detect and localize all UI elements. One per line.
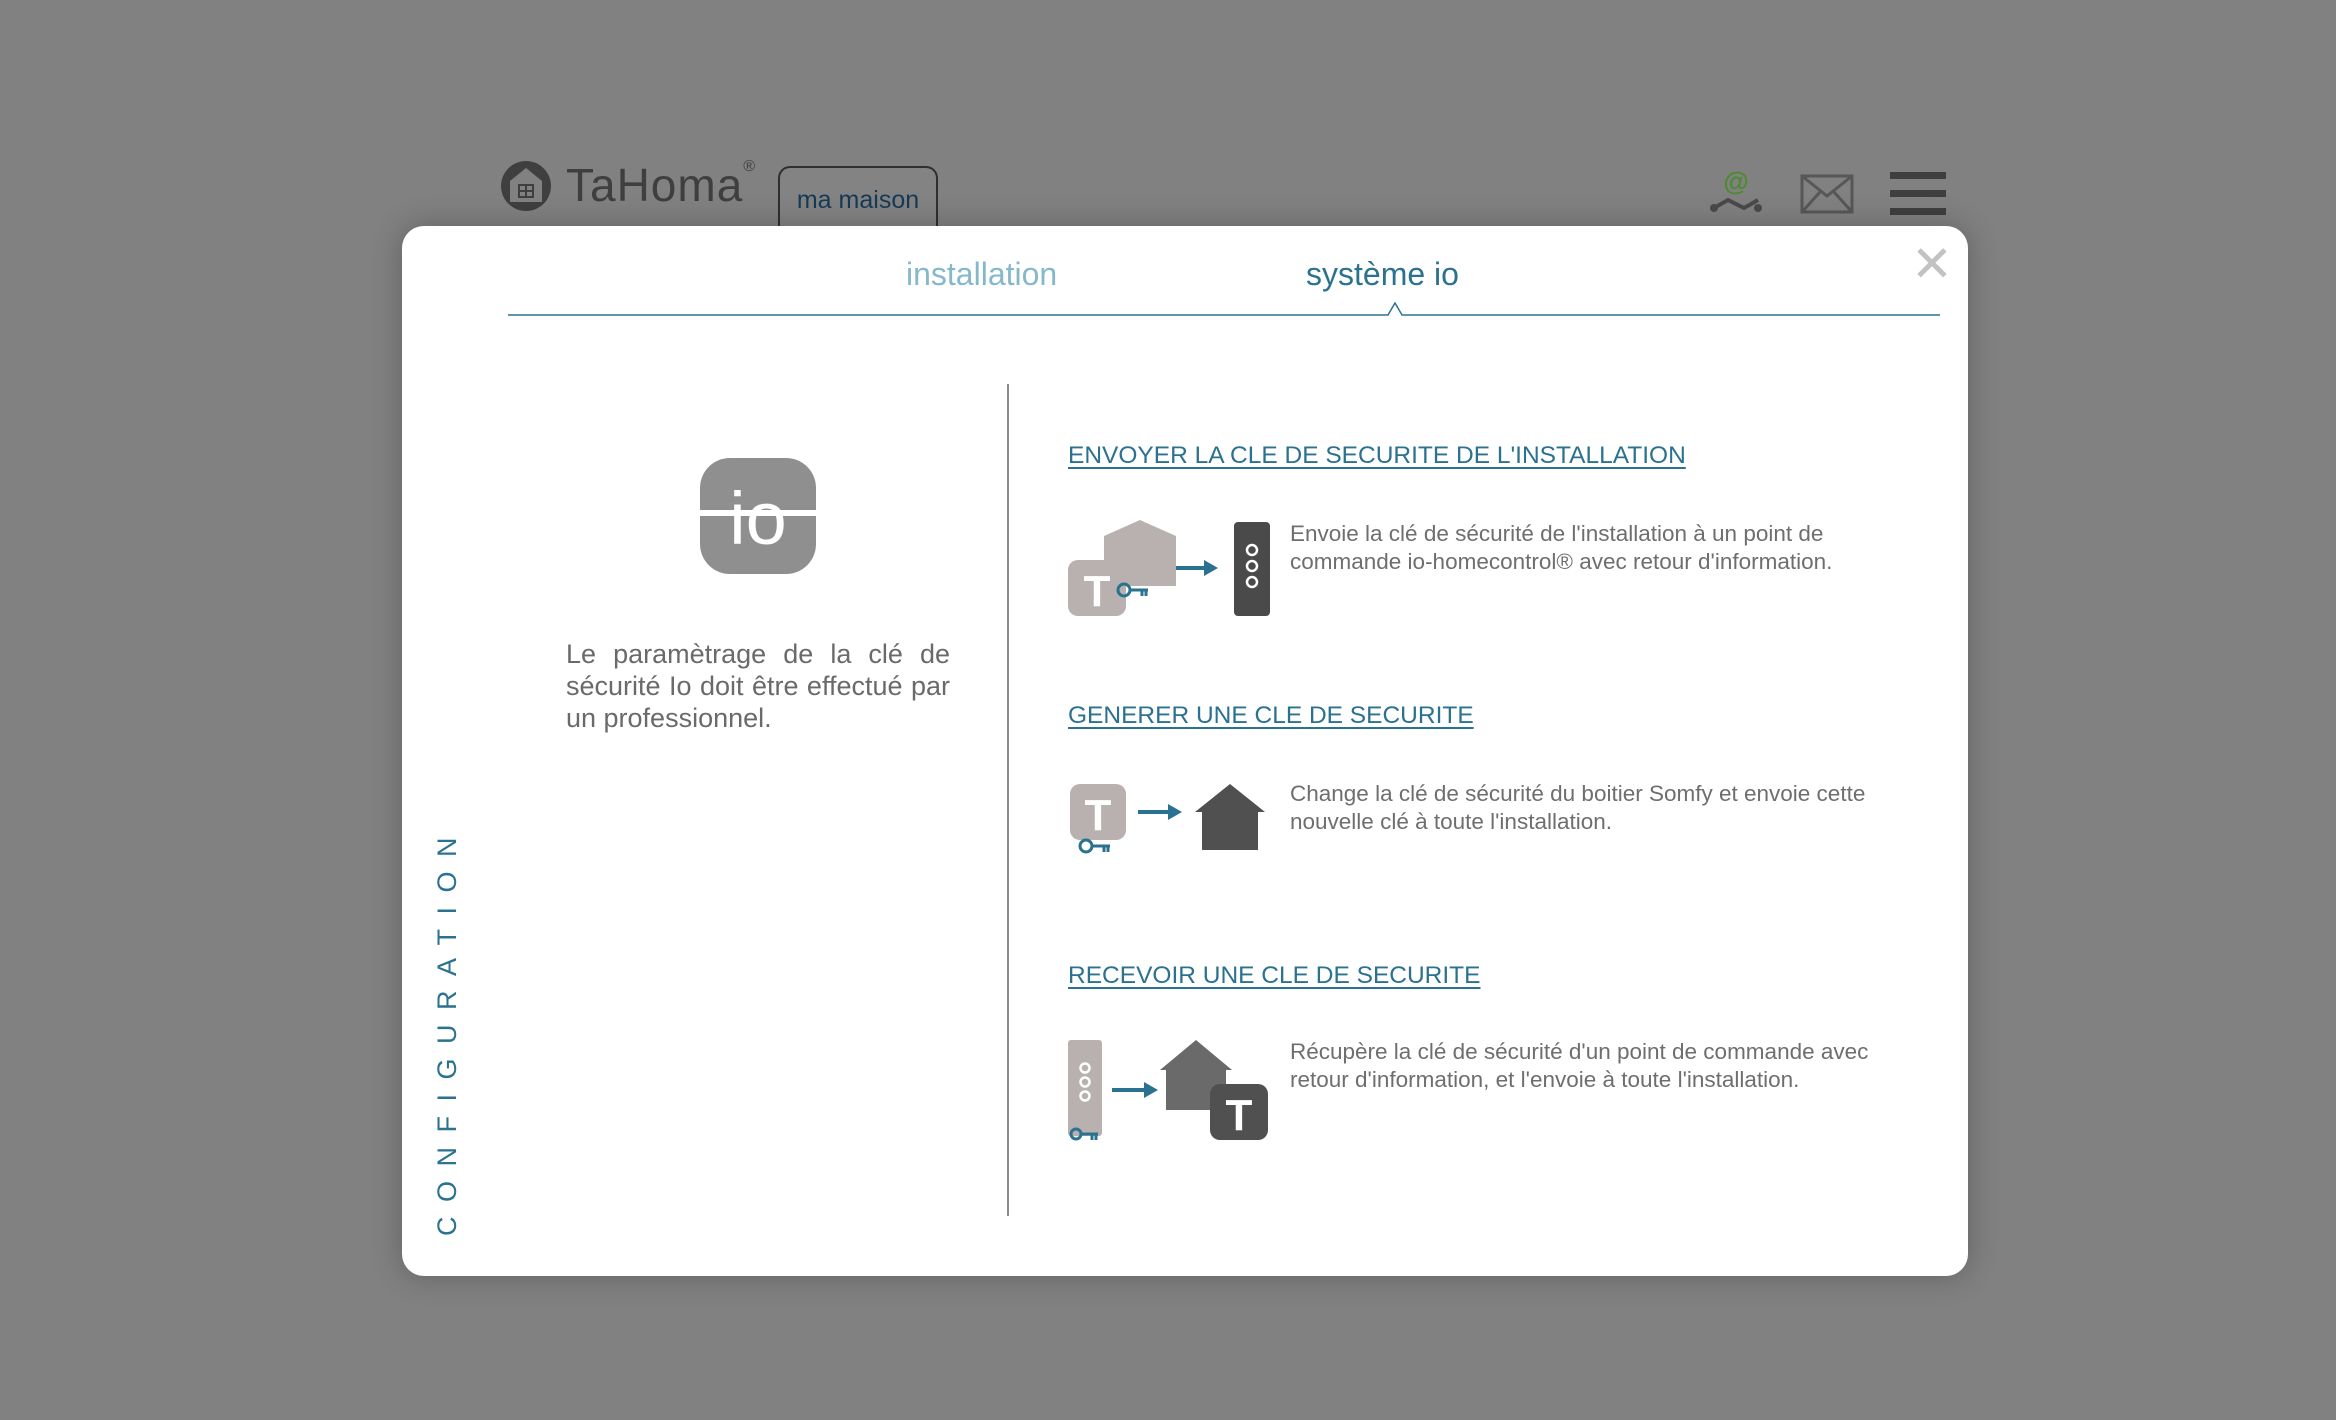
- generate-key-icon: T: [1068, 782, 1278, 862]
- io-logo-icon: io: [700, 458, 816, 574]
- section-send-key: ENVOYER LA CLE DE SECURITE DE L'INSTALLA…: [1068, 442, 1928, 616]
- svg-text:@: @: [1723, 168, 1748, 196]
- tab-systeme-io[interactable]: système io: [1306, 256, 1459, 293]
- brand-registered-mark: ®: [743, 158, 756, 175]
- tab-installation[interactable]: installation: [906, 256, 1057, 293]
- column-divider: [1007, 384, 1009, 1216]
- svg-text:T: T: [1084, 567, 1111, 616]
- tabs-underline: [508, 302, 1940, 322]
- tab-ma-maison[interactable]: ma maison: [778, 166, 938, 230]
- io-logo: io: [700, 458, 816, 574]
- generate-key-link[interactable]: GENERER UNE CLE DE SECURITE: [1068, 702, 1474, 729]
- configuration-label: CONFIGURATION: [432, 823, 462, 1236]
- svg-text:T: T: [1085, 791, 1112, 840]
- receive-key-icon: T: [1068, 1040, 1278, 1144]
- send-key-link[interactable]: ENVOYER LA CLE DE SECURITE DE L'INSTALLA…: [1068, 442, 1686, 469]
- generate-key-description: Change la clé de sécurité du boitier Som…: [1290, 781, 1866, 834]
- receive-key-description: Récupère la clé de sécurité d'un point d…: [1290, 1039, 1869, 1092]
- close-button[interactable]: ✕: [1908, 239, 1956, 289]
- svg-text:T: T: [1226, 1091, 1253, 1140]
- menu-icon[interactable]: [1890, 172, 1946, 216]
- mail-icon[interactable]: [1800, 174, 1854, 214]
- tahoma-logo: TaHoma ®: [500, 158, 755, 212]
- section-receive-key: RECEVOIR UNE CLE DE SECURITE T Récupère …: [1068, 962, 1928, 1141]
- section-generate-key: GENERER UNE CLE DE SECURITE T Change la …: [1068, 702, 1928, 854]
- logo-house-icon: [501, 161, 551, 211]
- receive-key-link[interactable]: RECEVOIR UNE CLE DE SECURITE: [1068, 962, 1481, 989]
- security-key-modal: ✕ installation système io CONFIGURATION …: [402, 226, 1968, 1276]
- professional-notice: Le paramètrage de la clé de sécurité Io …: [566, 639, 950, 733]
- brand-name: TaHoma: [566, 159, 744, 211]
- send-key-description: Envoie la clé de sécurité de l'installat…: [1290, 521, 1833, 574]
- send-key-to-remote-icon: T: [1068, 520, 1278, 620]
- internet-connection-icon[interactable]: @: [1708, 168, 1764, 218]
- vertical-section-label: CONFIGURATION: [432, 823, 463, 1236]
- io-logo-text: io: [729, 477, 787, 560]
